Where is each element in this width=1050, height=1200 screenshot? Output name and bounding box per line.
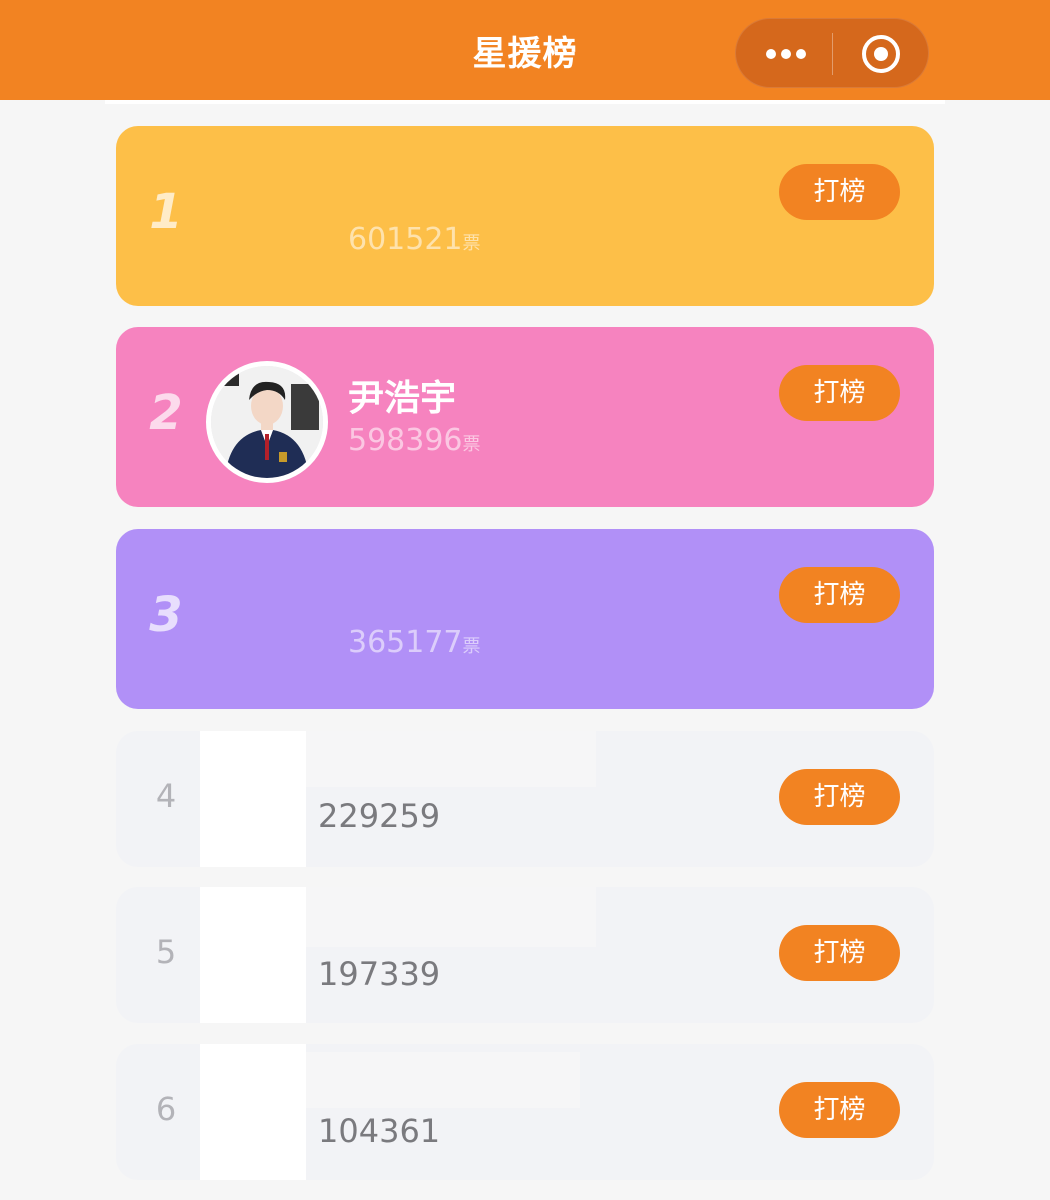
- vote-button[interactable]: 打榜: [779, 769, 900, 825]
- rank-card-6: 6 104361 打榜: [116, 1044, 934, 1180]
- rank-number: 6: [155, 1090, 177, 1128]
- nav-bar: 星援榜: [0, 0, 1050, 100]
- capsule-divider: [832, 33, 833, 75]
- vote-count: 197339: [318, 955, 441, 993]
- target-circle-icon[interactable]: [860, 33, 902, 75]
- vote-button[interactable]: 打榜: [779, 164, 900, 220]
- rank-number: 4: [155, 777, 177, 815]
- vote-count: 229259: [318, 797, 441, 835]
- star-name: 尹浩宇: [348, 378, 457, 419]
- rank-number: 2: [149, 385, 183, 441]
- name-placeholder: [306, 887, 596, 947]
- rank-card-5: 5 197339 打榜: [116, 887, 934, 1023]
- vote-count: 598396票: [348, 423, 481, 458]
- name-placeholder: [306, 1052, 580, 1108]
- vote-count: 104361: [318, 1112, 441, 1150]
- vote-count: 601521票: [348, 222, 481, 257]
- rank-card-4: 4 229259 打榜: [116, 731, 934, 867]
- rank-card-1: 1 601521票 打榜: [116, 126, 934, 306]
- vote-button[interactable]: 打榜: [779, 1082, 900, 1138]
- more-dots-icon[interactable]: [758, 39, 814, 69]
- vote-button[interactable]: 打榜: [779, 567, 900, 623]
- rank-card-2: 2 尹浩宇 598396票 打榜: [116, 327, 934, 507]
- avatar[interactable]: [206, 361, 328, 483]
- header-divider: [105, 100, 945, 104]
- name-placeholder: [306, 731, 596, 787]
- rank-card-3: 3 365177票 打榜: [116, 529, 934, 709]
- rank-number: 3: [149, 587, 183, 643]
- rank-number: 5: [155, 933, 177, 971]
- vote-button[interactable]: 打榜: [779, 925, 900, 981]
- avatar-photo: [211, 366, 323, 478]
- rank-number: 1: [149, 184, 183, 240]
- mini-program-capsule: [735, 18, 929, 88]
- vote-button[interactable]: 打榜: [779, 365, 900, 421]
- vote-count: 365177票: [348, 625, 481, 660]
